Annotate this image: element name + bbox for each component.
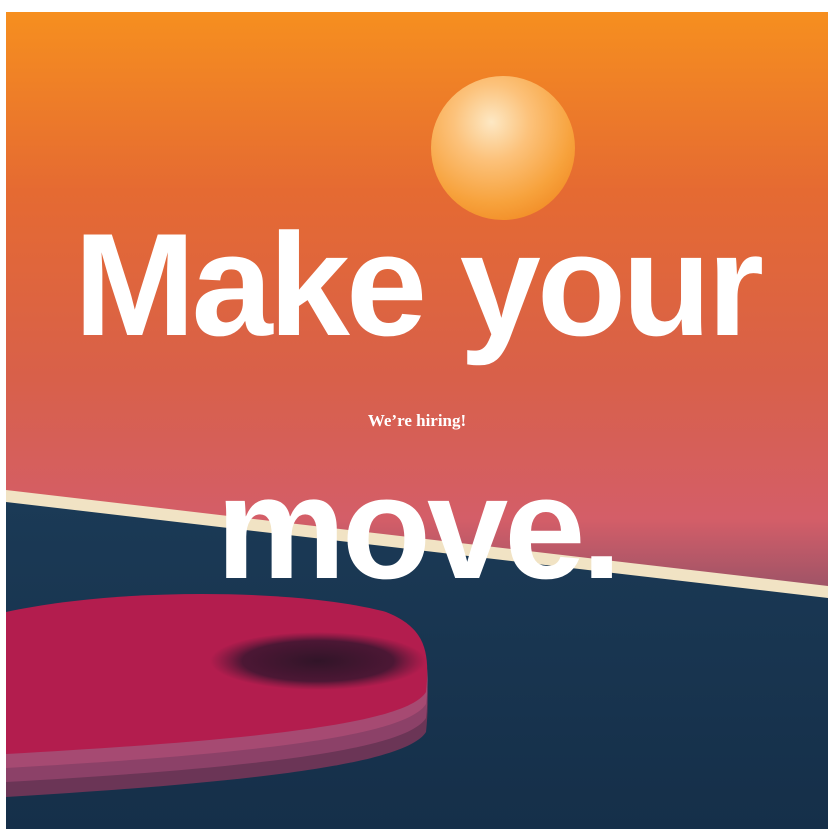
ball [431, 76, 575, 220]
hiring-tagline: We’re hiring! [367, 411, 467, 430]
page: Make your We’re hiring! move. [0, 0, 834, 837]
headline-line-1: Make your [73, 203, 764, 366]
headline-line-2: move. [216, 446, 622, 609]
hiring-poster: Make your We’re hiring! move. [6, 12, 828, 829]
ball-shadow [210, 632, 426, 690]
